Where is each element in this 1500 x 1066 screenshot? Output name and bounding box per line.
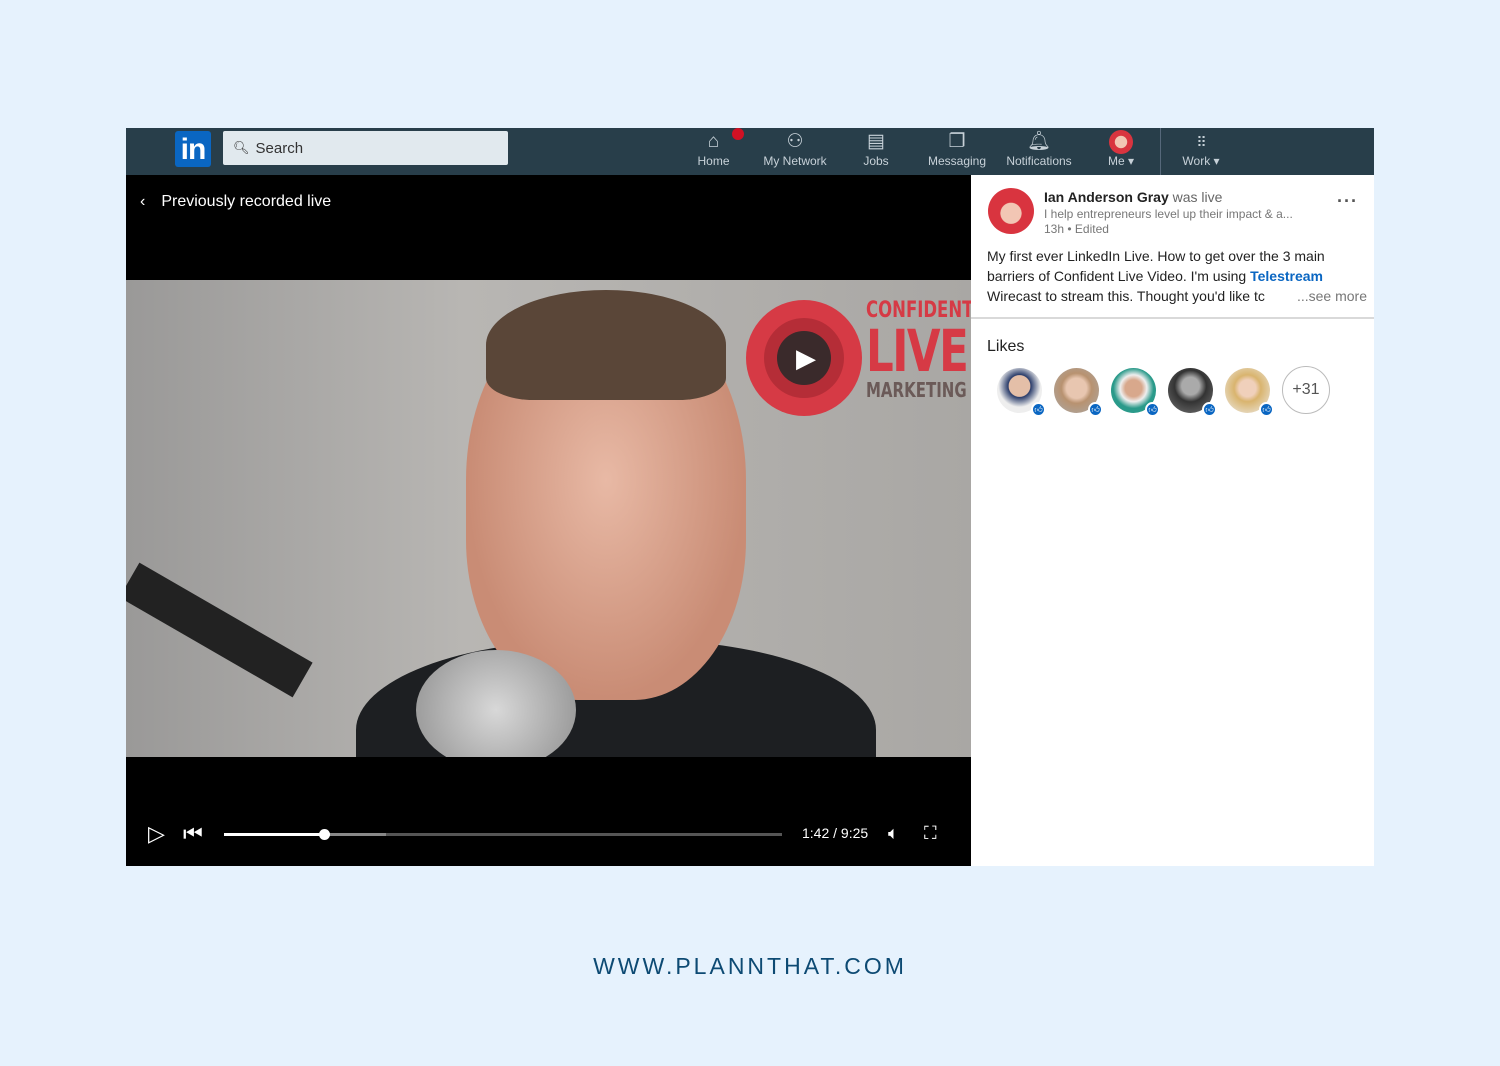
see-more-link[interactable]: ...see more: [1297, 286, 1367, 306]
video-title: Previously recorded live: [161, 193, 332, 210]
like-icon: 👍︎: [1088, 402, 1103, 417]
fullscreen-button[interactable]: ⛶: [924, 823, 937, 844]
liker-avatar[interactable]: 👍︎: [1168, 368, 1217, 417]
video-frame[interactable]: ▶ CONFIDENT LIVE MARKETING: [126, 280, 971, 757]
linkedin-window: in 🔍︎ Search ⌂ Home ⚇ My Network ▤ Jobs …: [126, 128, 1374, 866]
nav-divider: [1160, 128, 1161, 175]
liker-avatar[interactable]: 👍︎: [997, 368, 1046, 417]
me-avatar-wrap: [1101, 130, 1141, 154]
likes-heading: Likes: [987, 338, 1025, 355]
messaging-icon: ❐: [948, 131, 966, 152]
more-likers-button[interactable]: +31: [1282, 366, 1330, 414]
logo-line3: MARKETING: [866, 378, 967, 402]
network-icon: ⚇: [786, 131, 804, 152]
briefcase-icon: ▤: [867, 131, 885, 152]
post-text: My first ever LinkedIn Live. How to get …: [987, 246, 1367, 306]
me-avatar: [1109, 130, 1133, 154]
back-button[interactable]: ‹ Previously recorded live: [140, 193, 331, 211]
author-name[interactable]: Ian Anderson Gray: [1044, 189, 1169, 205]
played-bar: [224, 833, 325, 836]
nav-me[interactable]: Me ▾: [1101, 130, 1141, 172]
top-nav: in 🔍︎ Search ⌂ Home ⚇ My Network ▤ Jobs …: [126, 128, 1374, 175]
nav-home[interactable]: ⌂ Home: [691, 128, 744, 172]
bell-icon: 🔔︎: [1026, 131, 1052, 152]
volume-button[interactable]: 🔈︎: [888, 823, 899, 844]
search-icon: 🔍︎: [233, 140, 250, 155]
nav-my-network[interactable]: ⚇ My Network: [756, 130, 834, 172]
notification-badge: [732, 128, 744, 140]
nav-messaging[interactable]: ❐ Messaging: [924, 130, 990, 172]
skip-back-button[interactable]: ⏮︎: [183, 821, 203, 847]
play-button[interactable]: ▷: [148, 821, 165, 847]
nav-label: Messaging: [927, 154, 987, 168]
more-options-icon[interactable]: ···: [1337, 192, 1358, 210]
time-display: 1:42 / 9:25: [802, 825, 869, 841]
nav-label: My Network: [763, 154, 827, 168]
linkedin-logo[interactable]: in: [175, 131, 211, 167]
search-placeholder: Search: [255, 139, 304, 157]
home-icon: ⌂: [691, 128, 744, 154]
nav-label: Me ▾: [1107, 154, 1135, 168]
nav-jobs[interactable]: ▤ Jobs: [856, 130, 896, 172]
play-icon: ▶: [777, 331, 831, 385]
like-icon: 👍︎: [1145, 402, 1160, 417]
video-player[interactable]: ‹ Previously recorded live ▶ CONFIDENT L…: [126, 175, 971, 866]
nav-label: Notifications: [1006, 154, 1072, 168]
nav-label: Jobs: [863, 154, 889, 168]
logo-line2: LIVE: [866, 317, 969, 385]
post-text-2: Wirecast to stream this. Thought you'd l…: [987, 288, 1265, 304]
liker-avatar[interactable]: 👍︎: [1225, 368, 1274, 417]
author-avatar[interactable]: [988, 188, 1034, 234]
side-panel: Ian Anderson Gray was live I help entrep…: [971, 175, 1374, 866]
nav-label: Work ▾: [1182, 154, 1220, 168]
author-headline: I help entrepreneurs level up their impa…: [1044, 207, 1293, 221]
like-icon: 👍︎: [1202, 402, 1217, 417]
author-line: Ian Anderson Gray was live: [1044, 189, 1222, 205]
chevron-left-icon: ‹: [140, 193, 146, 210]
like-icon: 👍︎: [1259, 402, 1274, 417]
footer-url: WWW.PLANNTHAT.COM: [593, 953, 907, 979]
telestream-link[interactable]: Telestream: [1250, 268, 1323, 284]
video-controls: ▷ ⏮︎ 1:42 / 9:25 🔈︎ ⛶: [126, 815, 971, 855]
post-meta: 13h • Edited: [1044, 222, 1109, 236]
seek-bar[interactable]: [224, 829, 782, 840]
likers-list: 👍︎ 👍︎ 👍︎ 👍︎ 👍︎ +31: [997, 366, 1330, 417]
author-status: was live: [1172, 189, 1223, 205]
nav-work[interactable]: ⠿ Work ▾: [1176, 130, 1226, 172]
mic-arm: [126, 562, 313, 698]
liker-avatar[interactable]: 👍︎: [1054, 368, 1103, 417]
seek-handle[interactable]: [319, 829, 331, 840]
logo-play-circle: ▶: [746, 300, 862, 416]
like-icon: 👍︎: [1031, 402, 1046, 417]
nav-label: Home: [697, 154, 730, 168]
post-header: Ian Anderson Gray was live I help entrep…: [971, 175, 1374, 319]
confident-live-logo: ▶ CONFIDENT LIVE MARKETING: [746, 300, 971, 420]
person-hair: [486, 290, 726, 400]
liker-avatar[interactable]: 👍︎: [1111, 368, 1160, 417]
nav-notifications[interactable]: 🔔︎ Notifications: [1000, 130, 1078, 172]
grid-icon: ⠿: [1196, 134, 1206, 150]
search-input[interactable]: 🔍︎ Search: [223, 131, 508, 165]
